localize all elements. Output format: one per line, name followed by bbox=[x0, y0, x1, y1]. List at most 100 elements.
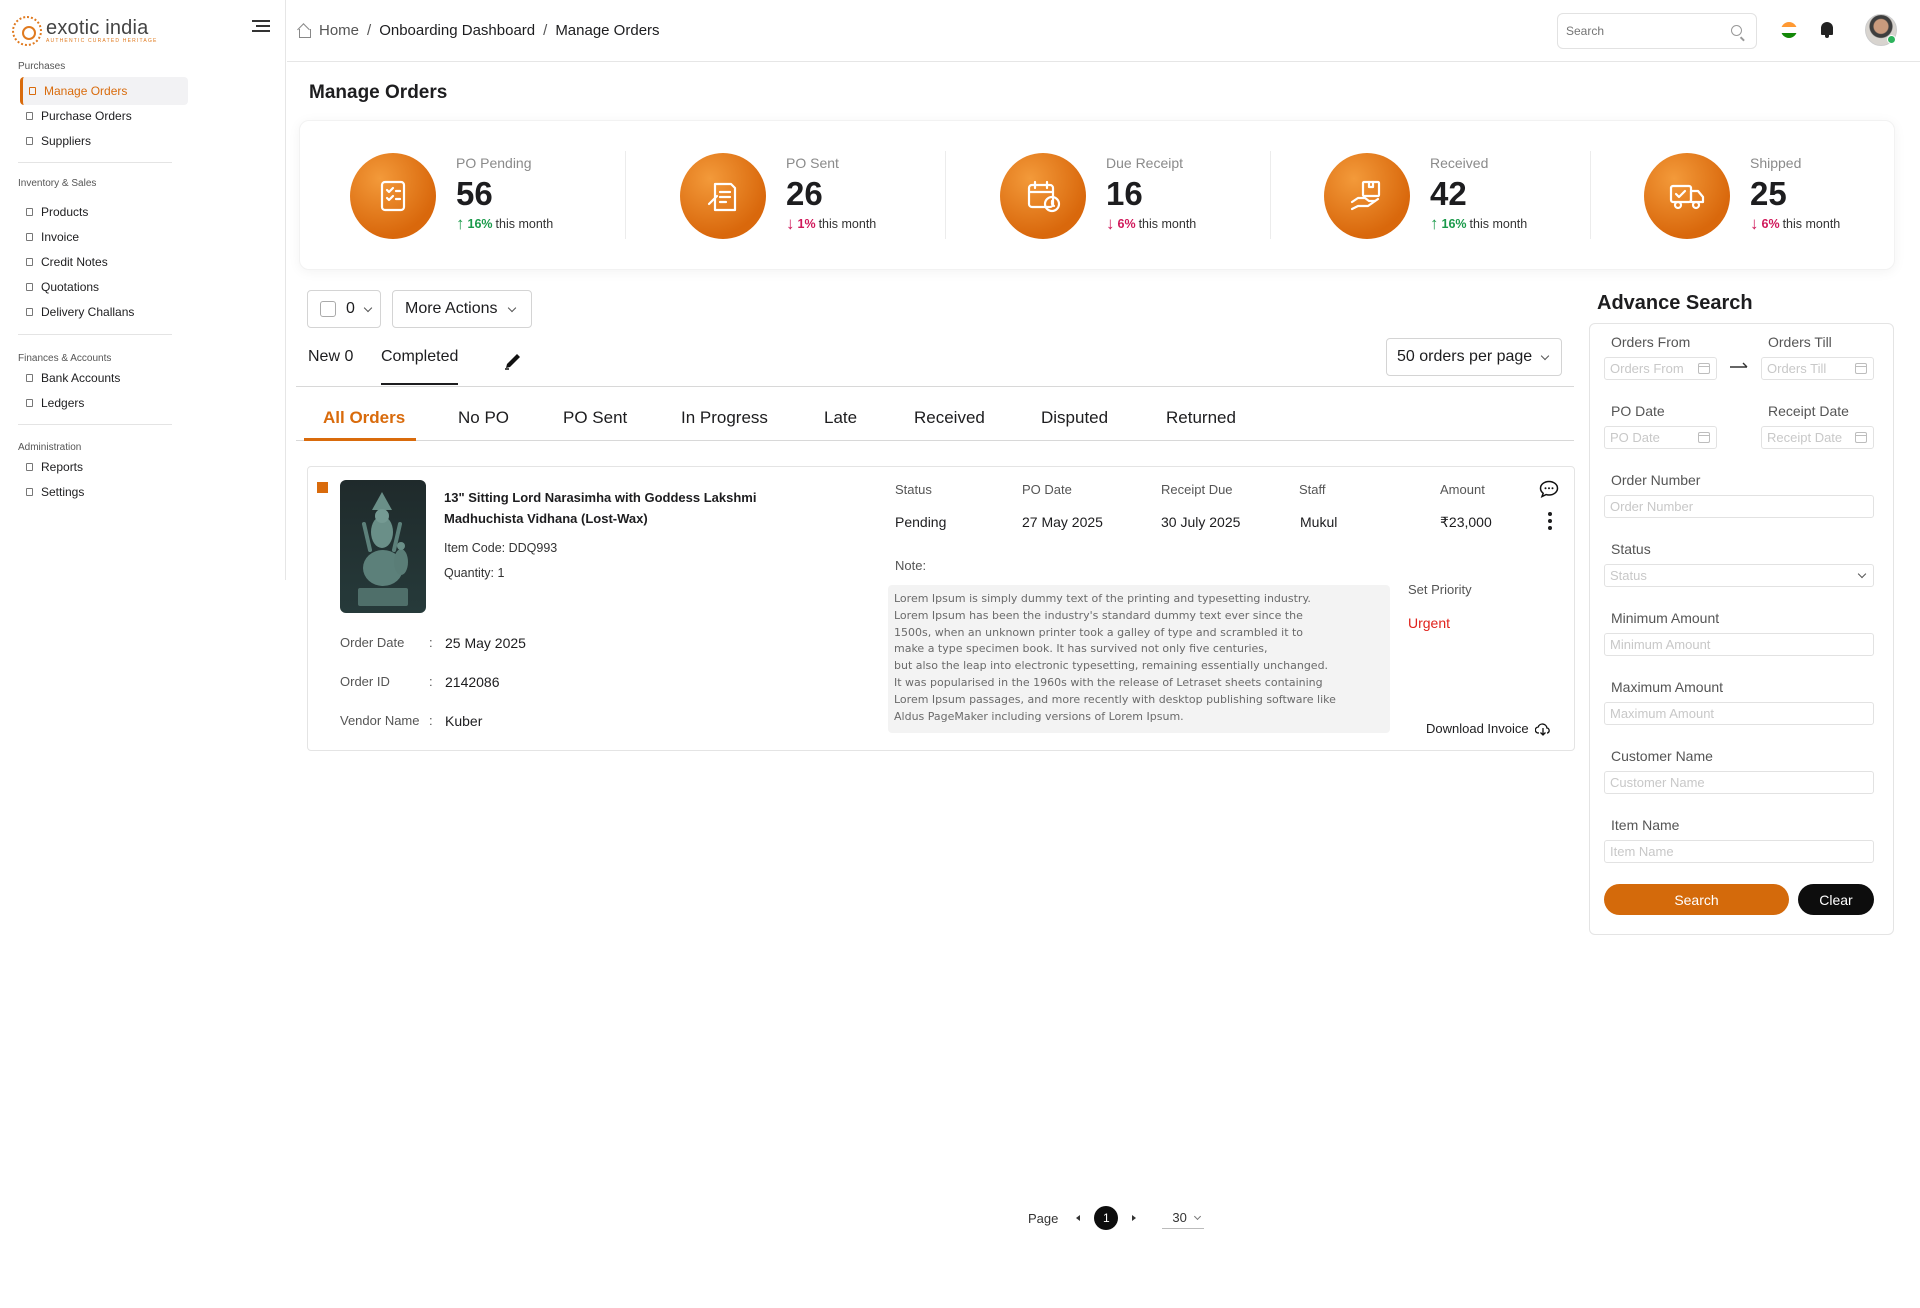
orders-from-input[interactable]: Orders From bbox=[1604, 357, 1717, 380]
current-page[interactable]: 1 bbox=[1094, 1206, 1119, 1230]
more-options-icon[interactable] bbox=[1548, 512, 1552, 530]
tab-new[interactable]: New 0 bbox=[308, 348, 353, 366]
selected-count: 0 bbox=[346, 300, 355, 317]
more-actions-dropdown[interactable]: More Actions bbox=[392, 290, 532, 328]
sidebar-item-reports[interactable]: Reports bbox=[20, 453, 188, 481]
maximum-amount-input[interactable]: Maximum Amount bbox=[1604, 702, 1874, 725]
home-icon[interactable] bbox=[297, 24, 311, 38]
vendor-name-label: Vendor Name bbox=[340, 713, 420, 728]
minimum-amount-input[interactable]: Minimum Amount bbox=[1604, 633, 1874, 656]
orders-till-input[interactable]: Orders Till bbox=[1761, 357, 1874, 380]
item-title[interactable]: 13" Sitting Lord Narasimha with Goddess … bbox=[444, 487, 784, 529]
breadcrumb-onboarding-dashboard[interactable]: Onboarding Dashboard bbox=[379, 22, 535, 39]
sidebar-item-purchase-orders[interactable]: Purchase Orders bbox=[20, 102, 188, 130]
download-invoice-link[interactable]: Download Invoice bbox=[1426, 721, 1551, 736]
stat-po-sent[interactable]: PO Sent 26 ↓ 1% this month bbox=[680, 151, 980, 241]
order-select-checkbox[interactable] bbox=[317, 482, 328, 493]
stat-trend: ↑ 16% this month bbox=[456, 214, 553, 233]
next-page-icon[interactable] bbox=[1132, 1215, 1137, 1221]
po-date-column-label: PO Date bbox=[1022, 482, 1072, 497]
document-icon bbox=[29, 87, 36, 95]
per-page-value: 50 orders per page bbox=[1397, 348, 1533, 365]
calendar-icon[interactable] bbox=[1698, 363, 1710, 374]
page-size-select[interactable]: 30 bbox=[1162, 1207, 1205, 1229]
arrow-up-icon: ↑ bbox=[456, 214, 465, 233]
nav-divider bbox=[18, 334, 172, 335]
customer-name-input[interactable]: Customer Name bbox=[1604, 771, 1874, 794]
sidebar-item-manage-orders[interactable]: Manage Orders bbox=[20, 77, 188, 105]
stat-shipped[interactable]: Shipped 25 ↓ 6% this month bbox=[1644, 151, 1920, 241]
calendar-icon[interactable] bbox=[1698, 432, 1710, 443]
receipt-date-input[interactable]: Receipt Date bbox=[1761, 426, 1874, 449]
sidebar-item-quotations[interactable]: Quotations bbox=[20, 273, 188, 301]
select-all-checkbox[interactable] bbox=[320, 301, 336, 317]
stat-value: 56 bbox=[456, 175, 493, 212]
order-number-input[interactable]: Order Number bbox=[1604, 495, 1874, 518]
item-name-label: Item Name bbox=[1611, 817, 1680, 833]
breadcrumb-home[interactable]: Home bbox=[319, 22, 359, 39]
sidebar-item-credit-notes[interactable]: Credit Notes bbox=[20, 248, 188, 276]
previous-page-icon[interactable] bbox=[1076, 1215, 1081, 1221]
box-icon bbox=[26, 208, 33, 216]
sidebar-item-bank-accounts[interactable]: Bank Accounts bbox=[20, 364, 188, 392]
stat-due-receipt[interactable]: Due Receipt 16 ↓ 6% this month bbox=[1000, 151, 1300, 241]
tab-po-sent[interactable]: PO Sent bbox=[563, 408, 627, 428]
arrow-up-icon: ↑ bbox=[1430, 214, 1439, 233]
brand-name: exotic india bbox=[46, 17, 149, 39]
tab-received[interactable]: Received bbox=[914, 408, 985, 428]
item-name-input[interactable]: Item Name bbox=[1604, 840, 1874, 863]
avatar[interactable] bbox=[1865, 14, 1897, 46]
status-select[interactable]: Status bbox=[1604, 564, 1874, 587]
sidebar-item-ledgers[interactable]: Ledgers bbox=[20, 389, 188, 417]
chat-bubble-icon[interactable] bbox=[1539, 480, 1559, 498]
pencil-icon[interactable] bbox=[502, 350, 524, 372]
search-button[interactable]: Search bbox=[1604, 884, 1789, 915]
tab-completed[interactable]: Completed bbox=[381, 348, 459, 385]
search-icon[interactable] bbox=[1731, 25, 1742, 36]
clear-button[interactable]: Clear bbox=[1798, 884, 1874, 915]
sidebar-item-invoice[interactable]: Invoice bbox=[20, 223, 188, 251]
breadcrumb: Home / Onboarding Dashboard / Manage Ord… bbox=[297, 22, 660, 39]
clipboard-icon bbox=[26, 308, 33, 316]
product-thumbnail[interactable] bbox=[340, 480, 426, 613]
bell-icon[interactable] bbox=[1821, 22, 1833, 38]
stat-po-pending[interactable]: PO Pending 56 ↑ 16% this month bbox=[350, 151, 650, 241]
order-date-value: 25 May 2025 bbox=[445, 635, 526, 651]
brand-logo[interactable]: exotic india AUTHENTIC CURATED HERITAGE bbox=[12, 16, 158, 46]
calendar-icon[interactable] bbox=[1855, 432, 1867, 443]
package-hand-icon bbox=[1324, 153, 1410, 239]
sidebar-item-products[interactable]: Products bbox=[20, 198, 188, 226]
trend-percent: 16% bbox=[467, 217, 493, 231]
sidebar-item-delivery-challans[interactable]: Delivery Challans bbox=[20, 298, 188, 326]
search-input[interactable] bbox=[1558, 14, 1718, 48]
sidebar-item-settings[interactable]: Settings bbox=[20, 478, 188, 506]
sidebar-item-label: Invoice bbox=[41, 230, 80, 244]
priority-value[interactable]: Urgent bbox=[1408, 615, 1450, 631]
po-date-input[interactable]: PO Date bbox=[1604, 426, 1717, 449]
stat-received[interactable]: Received 42 ↑ 16% this month bbox=[1324, 151, 1624, 241]
more-actions-label: More Actions bbox=[405, 300, 498, 317]
tab-all-orders[interactable]: All Orders bbox=[323, 408, 405, 428]
tab-no-po[interactable]: No PO bbox=[458, 408, 509, 428]
tab-disputed[interactable]: Disputed bbox=[1041, 408, 1108, 428]
stats-summary-card: PO Pending 56 ↑ 16% this month PO Sent 2… bbox=[299, 120, 1895, 270]
brand-tagline: AUTHENTIC CURATED HERITAGE bbox=[46, 38, 158, 44]
india-flag-icon[interactable] bbox=[1781, 22, 1797, 38]
trend-suffix: this month bbox=[1138, 217, 1197, 231]
customer-name-placeholder: Customer Name bbox=[1610, 775, 1705, 790]
stat-divider bbox=[945, 151, 946, 239]
menu-toggle-icon[interactable] bbox=[252, 20, 270, 34]
sidebar-item-suppliers[interactable]: Suppliers bbox=[20, 127, 188, 155]
tab-returned[interactable]: Returned bbox=[1166, 408, 1236, 428]
chevron-down-icon bbox=[1193, 1212, 1201, 1220]
set-priority-label: Set Priority bbox=[1408, 582, 1472, 597]
bulk-select-dropdown[interactable]: 0 bbox=[307, 290, 381, 328]
stat-label: PO Sent bbox=[786, 155, 839, 171]
orders-per-page-select[interactable]: 50 orders per page bbox=[1386, 338, 1562, 376]
calendar-icon[interactable] bbox=[1855, 363, 1867, 374]
tab-late[interactable]: Late bbox=[824, 408, 857, 428]
tab-in-progress[interactable]: In Progress bbox=[681, 408, 768, 428]
arrow-right-icon bbox=[1730, 362, 1748, 368]
bank-icon bbox=[26, 374, 33, 382]
order-id-label: Order ID bbox=[340, 674, 390, 689]
